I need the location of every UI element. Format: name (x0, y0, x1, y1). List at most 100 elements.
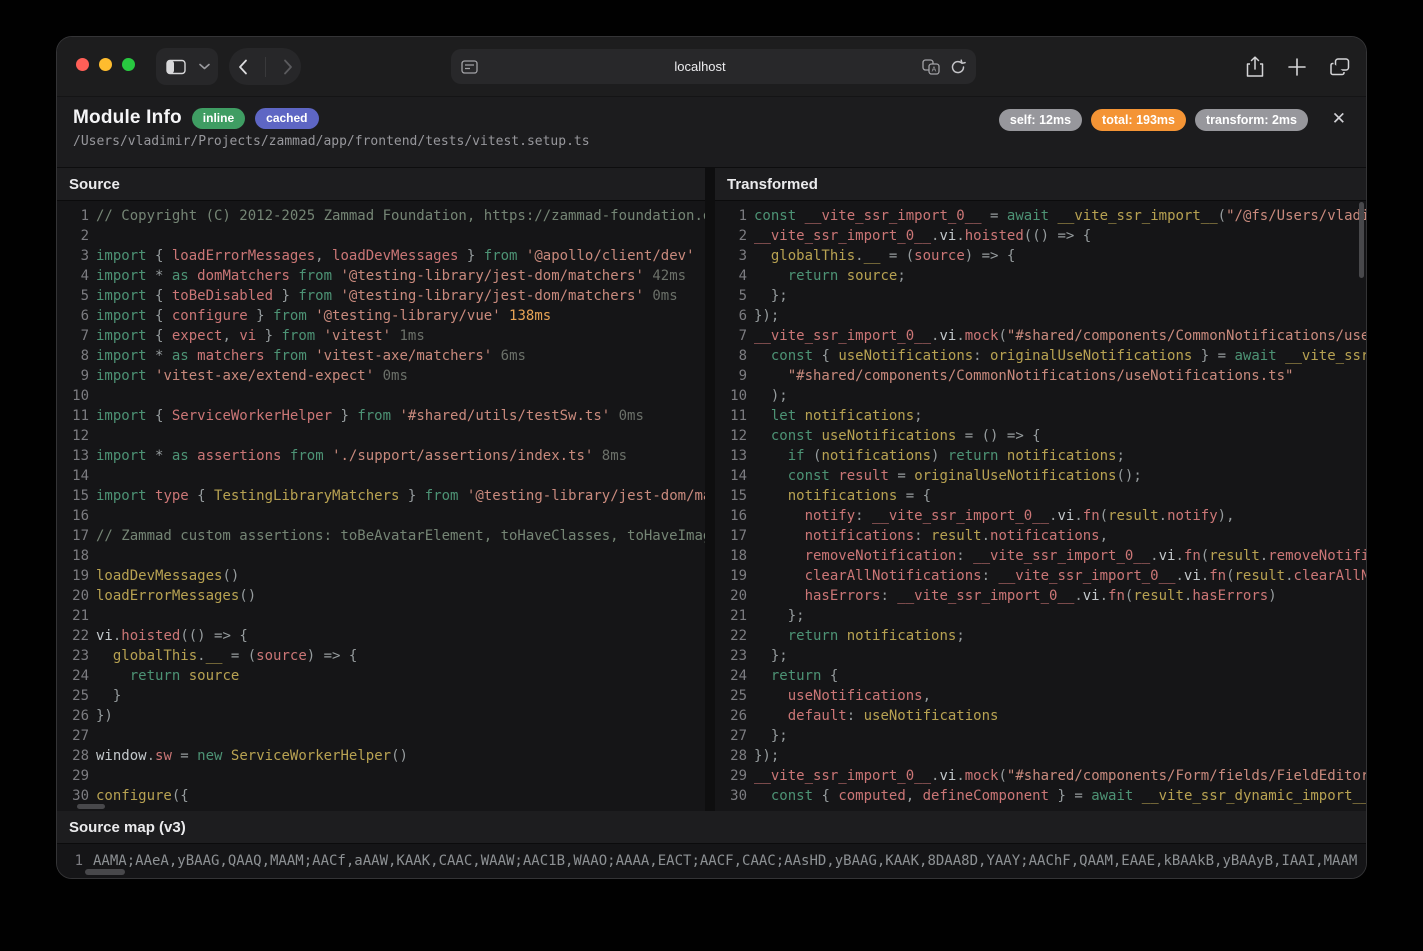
code-line: 1// Copyright (C) 2012-2025 Zammad Found… (63, 206, 705, 226)
sourcemap-mappings: AAMA;AAeA,yBAAG,QAAQ,MAAM;AACf,aAAW,KAAK… (93, 851, 1366, 871)
transformed-vertical-scrollbar[interactable] (1359, 202, 1364, 278)
code-line: 23 }; (721, 646, 1366, 666)
line-number: 6 (63, 306, 89, 326)
line-number: 30 (63, 786, 89, 806)
code-line: 29 __vite_ssr_import_0__.vi.mock("#shared… (721, 766, 1366, 786)
line-number: 5 (63, 286, 89, 306)
code-text: window.sw = new ServiceWorkerHelper() (96, 746, 705, 766)
code-line: 14 (63, 466, 705, 486)
code-line: 20 hasErrors: __vite_ssr_import_0__.vi.f… (721, 586, 1366, 606)
code-line: 2__vite_ssr_import_0__.vi.hoisted(() => … (721, 226, 1366, 246)
line-number: 17 (63, 526, 89, 546)
panel-divider[interactable] (705, 168, 715, 811)
code-line: 15import type { TestingLibraryMatchers }… (63, 486, 705, 506)
page-title: Module Info (73, 107, 182, 129)
line-number: 10 (63, 386, 89, 406)
tab-overview-icon[interactable] (1330, 58, 1350, 76)
line-number: 29 (721, 766, 747, 786)
line-number: 13 (63, 446, 89, 466)
code-line: 13import * as assertions from './support… (63, 446, 705, 466)
code-text: // Zammad custom assertions: toBeAvatarE… (96, 526, 705, 546)
code-line: 6}); (721, 306, 1366, 326)
line-number: 9 (63, 366, 89, 386)
timing-total: total: 193ms (1091, 109, 1186, 131)
address-bar[interactable]: localhost A (451, 49, 976, 84)
code-text: import { configure } from '@testing-libr… (96, 306, 705, 326)
code-text: __vite_ssr_import_0__.vi.mock("#shared/c… (754, 326, 1366, 346)
code-text: import { toBeDisabled } from '@testing-l… (96, 286, 705, 306)
code-text: const result = originalUseNotifications(… (754, 466, 1366, 486)
code-text: default: useNotifications (754, 706, 1366, 726)
code-text: clearAllNotifications: __vite_ssr_import… (754, 566, 1366, 586)
sidebar-toggle-button[interactable] (156, 48, 218, 85)
translate-icon[interactable]: A (922, 59, 940, 75)
traffic-light-minimize[interactable] (99, 58, 112, 71)
code-line: 26}) (63, 706, 705, 726)
toolbar-actions (1246, 49, 1350, 84)
code-text: const { computed, defineComponent } = aw… (754, 786, 1366, 806)
code-line: 19loadDevMessages() (63, 566, 705, 586)
new-tab-button[interactable] (1288, 58, 1306, 76)
code-line: 16 notify: __vite_ssr_import_0__.vi.fn(r… (721, 506, 1366, 526)
source-panel: Source 1// Copyright (C) 2012-2025 Zamma… (57, 168, 705, 811)
code-line: 18 (63, 546, 705, 566)
line-number: 20 (63, 586, 89, 606)
line-number: 1 (63, 206, 89, 226)
source-horizontal-scrollbar[interactable] (77, 804, 105, 809)
code-line: 10 (63, 386, 705, 406)
line-number: 18 (721, 546, 747, 566)
url-text[interactable]: localhost (478, 59, 922, 74)
source-panel-title: Source (57, 168, 705, 201)
line-number: 8 (63, 346, 89, 366)
code-text: notifications: result.notifications, (754, 526, 1366, 546)
forward-button[interactable] (283, 59, 293, 75)
code-line: 3import { loadErrorMessages, loadDevMess… (63, 246, 705, 266)
code-line: 30 const { computed, defineComponent } =… (721, 786, 1366, 806)
reload-icon[interactable] (950, 59, 966, 75)
svg-text:A: A (932, 66, 937, 73)
code-line: 9 "#shared/components/CommonNotification… (721, 366, 1366, 386)
code-text: __vite_ssr_import_0__.vi.mock("#shared/c… (754, 766, 1366, 786)
code-text: }; (754, 646, 1366, 666)
code-line: 27 }; (721, 726, 1366, 746)
nav-separator (265, 57, 266, 77)
code-line: 23 globalThis.__ = (source) => { (63, 646, 705, 666)
badge-inline: inline (192, 108, 245, 129)
back-button[interactable] (238, 59, 248, 75)
close-icon[interactable]: ✕ (1328, 106, 1350, 131)
code-text (96, 466, 705, 486)
code-line: 21 }; (721, 606, 1366, 626)
chevron-down-icon[interactable] (199, 63, 210, 70)
code-line: 14 const result = originalUseNotificatio… (721, 466, 1366, 486)
traffic-light-zoom[interactable] (122, 58, 135, 71)
badge-cached: cached (255, 108, 318, 129)
traffic-light-close[interactable] (76, 58, 89, 71)
code-line: 8 import * as matchers from 'vitest-axe/m… (63, 346, 705, 366)
code-text: } (96, 686, 705, 706)
code-text: globalThis.__ = (source) => { (96, 646, 705, 666)
share-icon[interactable] (1246, 56, 1264, 78)
code-text: removeNotification: __vite_ssr_import_0_… (754, 546, 1366, 566)
line-number: 2 (63, 226, 89, 246)
code-text: }); (754, 306, 1366, 326)
timing-transform: transform: 2ms (1195, 109, 1308, 131)
code-line: 25 useNotifications, (721, 686, 1366, 706)
code-text: import * as matchers from 'vitest-axe/ma… (96, 346, 705, 366)
line-number: 5 (721, 286, 747, 306)
code-line: 9import 'vitest-axe/extend-expect' 0ms (63, 366, 705, 386)
page-settings-icon[interactable] (461, 60, 478, 74)
line-number: 12 (721, 426, 747, 446)
line-number: 6 (721, 306, 747, 326)
line-number: 20 (721, 586, 747, 606)
code-text (96, 226, 705, 246)
code-line: 7__vite_ssr_import_0__.vi.mock("#shared/… (721, 326, 1366, 346)
code-line: 25 } (63, 686, 705, 706)
line-number: 26 (721, 706, 747, 726)
code-text: return source; (754, 266, 1366, 286)
timing-pills: self: 12ms total: 193ms transform: 2ms (999, 109, 1308, 131)
sourcemap-horizontal-scrollbar[interactable] (85, 869, 125, 875)
code-line: 6 import { configure } from '@testing-lib… (63, 306, 705, 326)
line-number: 16 (63, 506, 89, 526)
code-text: }; (754, 726, 1366, 746)
code-line: 4 return source; (721, 266, 1366, 286)
